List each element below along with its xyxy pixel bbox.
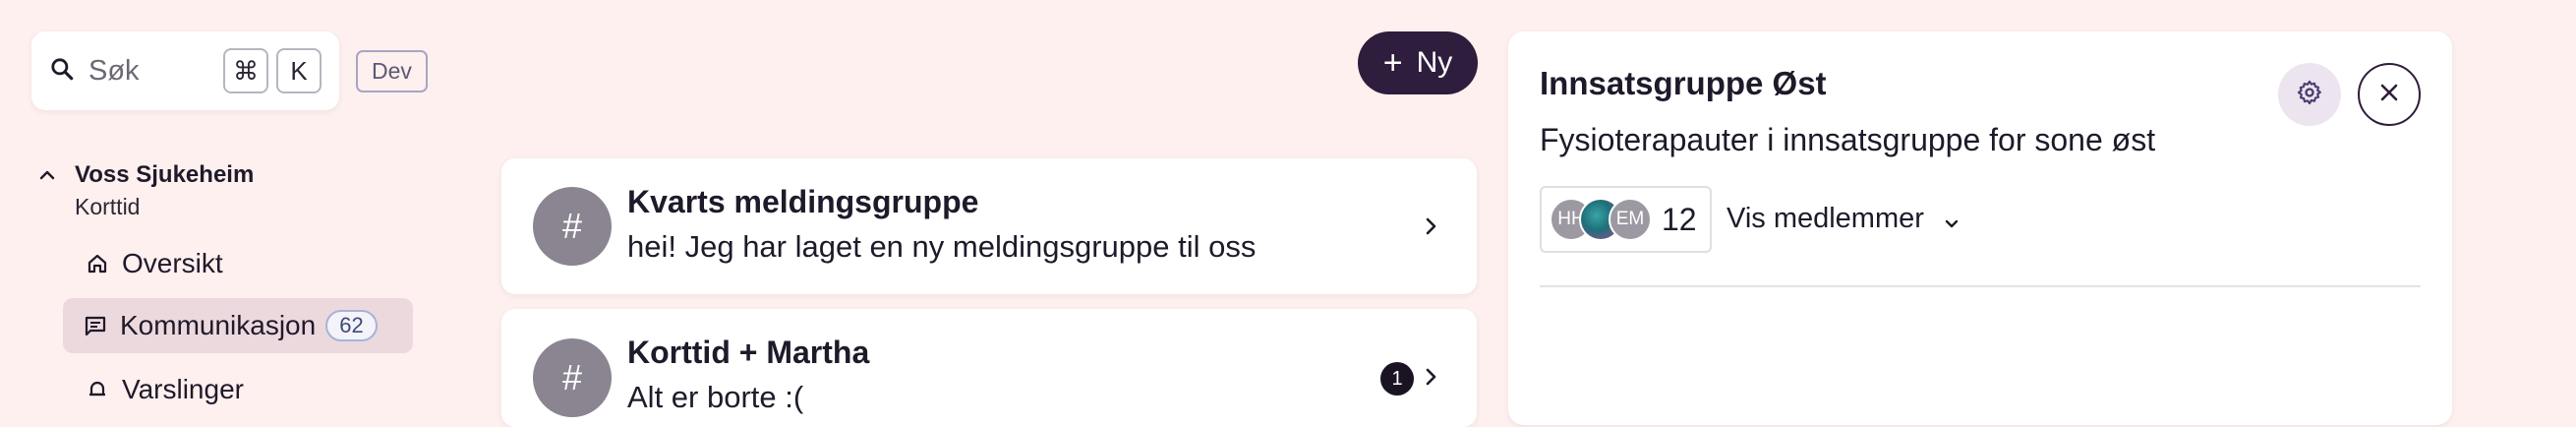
organization-unit: Korttid: [75, 194, 141, 219]
avatar: EM: [1609, 198, 1652, 241]
shortcut-cmd-key: ⌘: [223, 48, 268, 93]
message-icon: [83, 313, 108, 338]
gear-icon: [2296, 79, 2323, 111]
sidebar-item-label: Kommunikasjon: [120, 310, 317, 340]
environment-badge: Dev: [356, 50, 428, 92]
chevron-right-icon: [1420, 366, 1441, 388]
sidebar-item-kommunikasjon[interactable]: Kommunikasjon 62: [63, 298, 413, 353]
sidebar-item-label: Oversikt: [122, 248, 223, 278]
sidebar-item-oversikt[interactable]: Oversikt: [71, 236, 405, 291]
search-input[interactable]: Søk: [88, 55, 215, 88]
shortcut-k-key: K: [276, 48, 322, 93]
chat-list-item[interactable]: # Korttid + Martha Alt er borte :( 1: [501, 309, 1477, 427]
plus-icon: +: [1382, 43, 1403, 82]
chat-title: Kvarts meldingsgruppe: [627, 184, 979, 219]
chat-last-message: hei! Jeg har laget en ny meldingsgruppe …: [627, 229, 1257, 264]
group-description: Fysioterapauter i innsatsgruppe for sone…: [1540, 122, 2156, 157]
channel-hash-icon: #: [533, 338, 612, 417]
chat-list-item[interactable]: # Kvarts meldingsgruppe hei! Jeg har lag…: [501, 158, 1477, 294]
chevron-down-icon: [1942, 210, 1961, 229]
divider: [1540, 285, 2421, 287]
search-icon: [49, 56, 75, 87]
channel-hash-icon: #: [533, 187, 612, 266]
chat-title: Korttid + Martha: [627, 335, 870, 370]
member-count: 12: [1662, 201, 1697, 237]
unread-count-badge: 62: [325, 310, 378, 341]
sidebar-item-label: Varslinger: [122, 374, 244, 404]
close-button[interactable]: [2358, 63, 2421, 126]
chevron-up-icon[interactable]: [37, 165, 57, 185]
home-icon: [85, 251, 110, 276]
settings-button[interactable]: [2278, 63, 2341, 126]
organization-name[interactable]: Voss Sjukeheim: [75, 161, 254, 189]
show-members-label: Vis medlemmer: [1727, 203, 1924, 234]
new-button-label: Ny: [1416, 46, 1453, 79]
member-avatars[interactable]: HH EM 12: [1540, 186, 1712, 253]
group-details-panel: Innsatsgruppe Øst Fysioterapauter i inns…: [1508, 31, 2452, 425]
chevron-right-icon: [1420, 215, 1441, 237]
chat-last-message: Alt er borte :(: [627, 380, 804, 414]
bell-icon: [85, 377, 110, 402]
group-title: Innsatsgruppe Øst: [1540, 65, 1827, 101]
close-icon: [2377, 81, 2401, 109]
sidebar-item-varslinger[interactable]: Varslinger: [71, 362, 405, 417]
show-members-toggle[interactable]: Vis medlemmer: [1727, 203, 1961, 235]
search-bar[interactable]: Søk ⌘ K: [31, 31, 339, 110]
new-conversation-button[interactable]: + Ny: [1358, 31, 1478, 94]
unread-badge: 1: [1380, 362, 1414, 396]
